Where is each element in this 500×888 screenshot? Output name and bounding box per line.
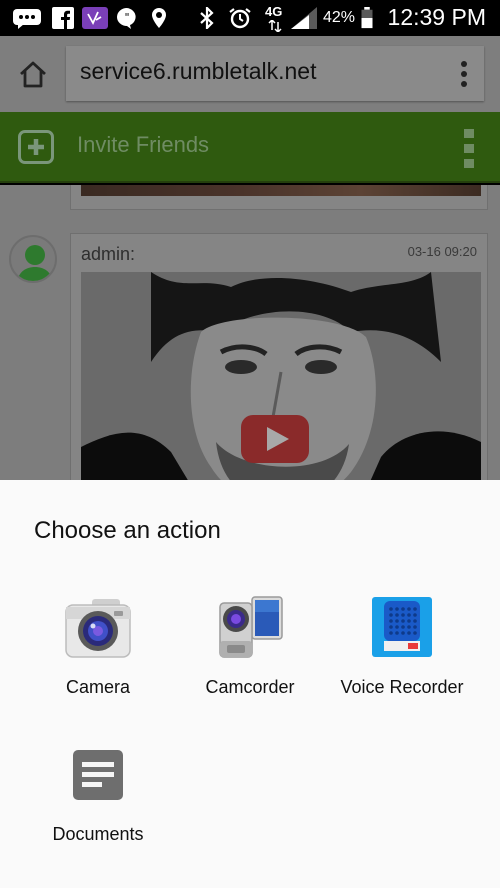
option-voice-recorder-label: Voice Recorder — [340, 677, 464, 697]
option-documents-label: Documents — [52, 824, 144, 844]
home-icon[interactable] — [18, 60, 48, 88]
network-type: 4G — [265, 4, 283, 19]
option-camcorder[interactable]: Camcorder — [174, 593, 326, 713]
voice-recorder-icon — [372, 597, 432, 657]
battery-percent: 42% — [323, 9, 356, 26]
message-timestamp: 03-16 09:20 — [407, 244, 477, 259]
option-camera-label: Camera — [65, 677, 131, 697]
signal-strength-icon — [291, 7, 317, 29]
option-camera[interactable]: Camera — [22, 593, 174, 713]
chat-message: admin: 03-16 09:20 — [70, 233, 488, 480]
chat-area: admin: 03-16 09:20 — [0, 185, 500, 480]
browser-menu-icon[interactable] — [460, 60, 468, 88]
location-pin-icon — [152, 8, 166, 28]
message-notification-icon — [13, 9, 41, 29]
avatar[interactable] — [9, 235, 57, 283]
address-bar[interactable]: service6.rumbletalk.net — [66, 46, 484, 101]
choose-action-sheet: Choose an action Camera Camcorder Voice … — [0, 480, 500, 888]
camcorder-icon — [219, 596, 283, 658]
app-header: Invite Friends — [0, 112, 500, 183]
clock: 12:39 PM — [387, 4, 486, 30]
data-arrows-icon — [268, 20, 282, 32]
viber-app-icon — [82, 7, 108, 29]
status-bar: " 4G 42% 12:39 PM — [0, 0, 500, 36]
previous-message — [70, 185, 488, 210]
message-username: admin: — [81, 244, 136, 264]
invite-friends-title[interactable]: Invite Friends — [77, 132, 209, 158]
battery-icon — [361, 7, 373, 29]
option-camcorder-label: Camcorder — [205, 677, 295, 697]
facebook-icon — [52, 7, 74, 29]
option-voice-recorder[interactable]: Voice Recorder — [326, 593, 478, 713]
chat-bubble-icon: " — [117, 8, 136, 29]
bluetooth-icon — [200, 7, 214, 29]
video-thumbnail[interactable] — [81, 272, 481, 480]
overflow-menu-icon[interactable] — [464, 129, 474, 169]
previous-message-image — [81, 185, 481, 196]
url-text[interactable]: service6.rumbletalk.net — [80, 58, 317, 85]
alarm-icon — [229, 8, 251, 29]
option-documents[interactable]: Documents — [22, 738, 174, 858]
documents-icon — [73, 750, 123, 800]
browser-toolbar: service6.rumbletalk.net — [0, 36, 500, 112]
invite-plus-icon[interactable] — [18, 130, 54, 164]
sheet-title: Choose an action — [34, 517, 221, 544]
camera-icon — [65, 599, 131, 658]
svg-text:": " — [124, 11, 129, 24]
